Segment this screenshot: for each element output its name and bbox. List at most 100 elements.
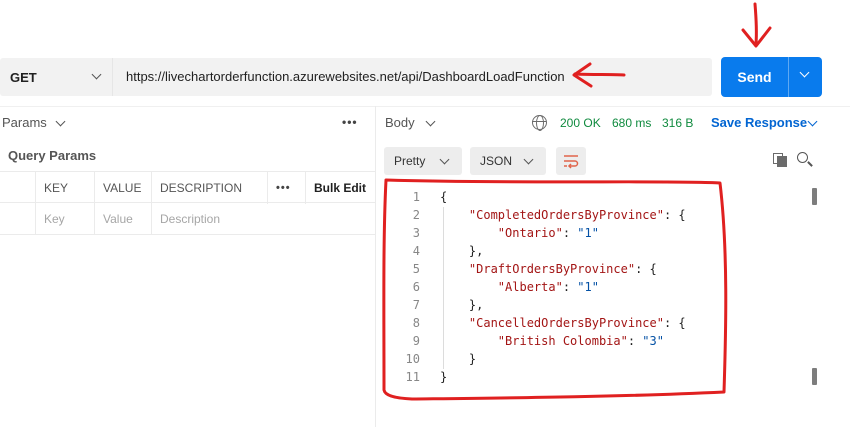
json-punctuation: { [440, 190, 448, 204]
json-key: "CompletedOrdersByProvince" [468, 208, 664, 222]
json-key: "DraftOrdersByProvince" [468, 262, 636, 276]
code-line: 1{ [385, 188, 805, 206]
line-number: 4 [412, 244, 420, 258]
url-input[interactable]: https://livechartorderfunction.azurewebs… [126, 69, 565, 84]
send-button[interactable]: Send [721, 57, 822, 97]
arrow-shaft-send [753, 2, 758, 46]
key-input[interactable]: Key [35, 203, 94, 235]
query-params-title: Query Params [8, 148, 97, 163]
response-body-editor[interactable]: 1{2 "CompletedOrdersByProvince": {3 "Ont… [385, 188, 805, 386]
tab-body[interactable]: Body [385, 115, 436, 130]
code-text: "CompletedOrdersByProvince": { [440, 206, 686, 224]
code-text: "Ontario": "1" [440, 224, 599, 242]
line-number: 6 [412, 280, 420, 294]
code-text: "Alberta": "1" [440, 278, 599, 296]
wrap-lines-button[interactable] [556, 147, 586, 175]
code-text: "British Colombia": "3" [440, 332, 664, 350]
line-number: 10 [405, 352, 420, 366]
line-number: 7 [412, 298, 420, 312]
method-label: GET [10, 69, 37, 85]
line-number: 2 [412, 208, 420, 222]
more-options-icon[interactable]: ••• [342, 115, 358, 129]
json-punctuation: : { [663, 316, 686, 330]
json-value: "3" [642, 334, 664, 348]
line-number: 8 [412, 316, 420, 330]
response-time[interactable]: 680 ms [612, 116, 651, 130]
response-size[interactable]: 316 B [662, 116, 693, 130]
code-line: 6 "Alberta": "1" [385, 278, 805, 296]
chevron-down-icon [55, 116, 66, 127]
code-text: { [440, 188, 447, 206]
format-label: JSON [480, 154, 513, 168]
send-divider [788, 57, 789, 97]
code-line: 9 "British Colombia": "3" [385, 332, 805, 350]
code-text: }, [440, 296, 483, 314]
json-punctuation: : { [663, 208, 686, 222]
code-text: "CancelledOrdersByProvince": { [440, 314, 686, 332]
copy-icon[interactable] [773, 153, 787, 167]
chevron-down-icon [91, 69, 102, 80]
arrow-head-send [741, 26, 772, 48]
query-params-table: KEY VALUE DESCRIPTION ••• Bulk Edit Key … [0, 171, 375, 235]
scrollbar-bottom[interactable] [812, 368, 817, 385]
json-value: "1" [577, 226, 599, 240]
json-value: "1" [577, 280, 599, 294]
json-key: "CancelledOrdersByProvince" [468, 316, 664, 330]
scrollbar-top[interactable] [812, 188, 817, 205]
table-header-row: KEY VALUE DESCRIPTION ••• Bulk Edit [0, 171, 375, 204]
json-punctuation: } [440, 370, 448, 384]
status-code[interactable]: 200 OK [560, 116, 601, 130]
chevron-down-icon [439, 154, 450, 165]
code-text: "DraftOrdersByProvince": { [440, 260, 657, 278]
column-options-icon[interactable]: ••• [267, 172, 305, 204]
code-line: 11} [385, 368, 805, 386]
line-number: 5 [412, 262, 420, 276]
json-punctuation: : [562, 280, 578, 294]
view-mode-label: Pretty [394, 154, 426, 168]
chevron-down-icon [807, 116, 818, 127]
value-input[interactable]: Value [94, 203, 151, 235]
chevron-down-icon [523, 154, 534, 165]
method-select[interactable]: GET [0, 58, 113, 96]
tab-params[interactable]: Params [2, 115, 66, 130]
tab-body-label: Body [385, 115, 415, 130]
code-line: 5 "DraftOrdersByProvince": { [385, 260, 805, 278]
pane-divider-horizontal [0, 106, 850, 107]
table-row: Key Value Description [0, 203, 375, 235]
json-key: "British Colombia" [497, 334, 628, 348]
chevron-down-icon [425, 116, 436, 127]
format-select[interactable]: JSON [470, 147, 546, 175]
code-line: 2 "CompletedOrdersByProvince": { [385, 206, 805, 224]
column-header-description: DESCRIPTION [151, 172, 267, 204]
globe-icon[interactable] [532, 115, 547, 131]
json-punctuation: : { [635, 262, 657, 276]
code-text: } [440, 368, 447, 386]
wrap-lines-icon [564, 155, 579, 169]
code-text: }, [440, 242, 483, 260]
json-punctuation: }, [468, 244, 484, 258]
description-input[interactable]: Description [151, 203, 375, 235]
save-response-label: Save Response [711, 115, 808, 130]
tab-params-label: Params [2, 115, 47, 130]
line-number: 11 [405, 370, 420, 384]
json-key: "Alberta" [497, 280, 563, 294]
code-line: 10 } [385, 350, 805, 368]
view-mode-select[interactable]: Pretty [384, 147, 462, 175]
save-response-button[interactable]: Save Response [711, 115, 818, 130]
send-options-chevron-icon[interactable] [799, 67, 810, 78]
json-punctuation: : [627, 334, 643, 348]
json-punctuation: : [562, 226, 578, 240]
column-header-key: KEY [35, 172, 94, 204]
send-label: Send [737, 69, 772, 85]
pane-divider-vertical [375, 106, 376, 427]
json-key: "Ontario" [497, 226, 563, 240]
column-header-value: VALUE [94, 172, 151, 204]
code-line: 4 }, [385, 242, 805, 260]
search-icon[interactable] [797, 152, 813, 168]
bulk-edit-button[interactable]: Bulk Edit [305, 172, 375, 204]
